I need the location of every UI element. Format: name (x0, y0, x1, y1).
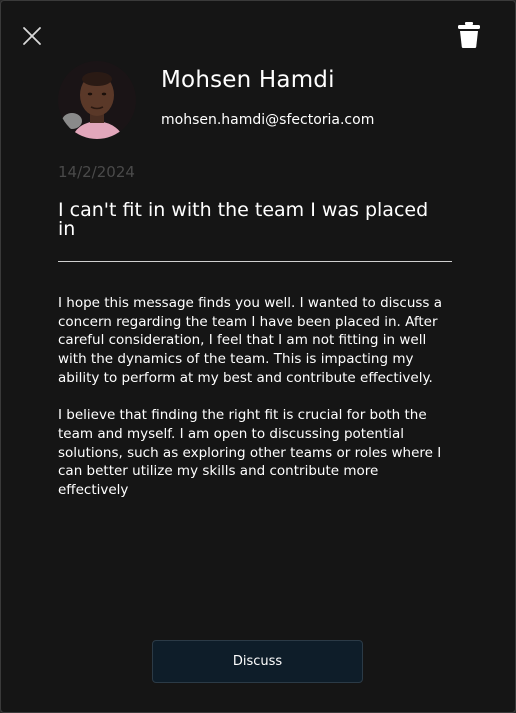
discuss-button[interactable]: Discuss (152, 640, 363, 683)
sender-name: Mohsen Hamdi (161, 67, 335, 93)
message-subject: I can't fit in with the team I was place… (58, 199, 429, 240)
message-body: I hope this message finds you well. I wa… (58, 294, 452, 518)
message-date: 14/2/2024 (58, 163, 135, 181)
message-paragraph: I hope this message finds you well. I wa… (58, 295, 443, 386)
message-paragraph: I believe that finding the right fit is … (58, 407, 442, 499)
delete-button[interactable] (457, 21, 481, 49)
divider (58, 261, 452, 262)
trash-icon (458, 22, 480, 48)
close-button[interactable] (21, 25, 43, 47)
avatar-image (58, 61, 136, 139)
close-icon (23, 27, 41, 45)
sender-email: mohsen.hamdi@sfectoria.com (161, 112, 375, 128)
message-detail-panel: Mohsen Hamdi mohsen.hamdi@sfectoria.com … (0, 0, 516, 713)
avatar (58, 61, 136, 139)
